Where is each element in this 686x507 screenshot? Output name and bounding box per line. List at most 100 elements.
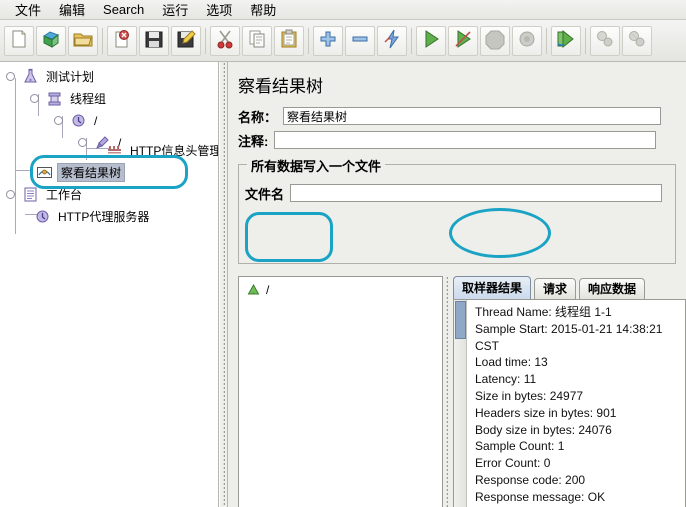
comment-label: 注释: xyxy=(238,133,269,149)
toolbar-separator xyxy=(305,27,312,54)
sampler-detail-box: 取样器结果 请求 响应数据 Thread Name: 线程组 1-1 Sample … xyxy=(453,276,686,507)
test-plan-tree[interactable]: 测试计划 线程组 / / HTTP信息头管 察看结果树 工作台 HTTP代理服务… xyxy=(0,62,218,234)
stop-octagon-icon xyxy=(484,28,506,53)
tab-response-data[interactable]: 响应数据 xyxy=(579,278,646,300)
toolbar-paste[interactable] xyxy=(274,25,304,56)
menu-help[interactable]: 帮助 xyxy=(241,0,285,20)
toolbar-start[interactable] xyxy=(416,25,446,56)
tree-node-label: 线程组 xyxy=(70,92,107,106)
thread-group-spool-icon xyxy=(46,90,63,107)
group-title: 所有数据写入一个文件 xyxy=(247,156,386,175)
detail-scrollbar-thumb[interactable] xyxy=(455,301,466,339)
tree-node-label: HTTP代理服务器 xyxy=(58,210,150,224)
toolbar-collapse-all[interactable] xyxy=(345,25,375,56)
success-triangle-icon xyxy=(245,281,262,298)
tree-expand-handle-workbench[interactable] xyxy=(6,190,15,199)
toolbar-start-no-timers[interactable] xyxy=(448,25,478,56)
open-folder-icon xyxy=(72,28,94,53)
main-split-divider[interactable] xyxy=(219,62,228,507)
toolbar-separator xyxy=(408,27,415,54)
save-floppy-icon xyxy=(143,28,165,53)
tree-expand-handle-http-request[interactable] xyxy=(54,116,63,125)
toolbar-stop[interactable] xyxy=(480,25,510,56)
tree-node-header-manager[interactable]: HTTP信息头管理器 xyxy=(106,140,218,161)
workbench-icon xyxy=(22,186,39,203)
sampler-result-text: Thread Name: 线程组 1-1 Sample Start: 2015-… xyxy=(475,305,663,504)
toolbar-save-as[interactable] xyxy=(171,25,201,56)
remote-start-icon xyxy=(594,28,616,53)
detail-body: Thread Name: 线程组 1-1 Sample Start: 2015-… xyxy=(453,299,686,507)
tree-node-thread-group[interactable]: 线程组 xyxy=(30,88,109,109)
tree-node-label: 察看结果树 xyxy=(57,163,126,182)
toolbar-remote-stop[interactable] xyxy=(622,25,652,56)
listener-config-pane: 察看结果树 名称： 察看结果树 注释: 所有数据写入一个文件 文件名 / 取样器… xyxy=(228,62,686,507)
clear-green-arrow-icon xyxy=(555,28,577,53)
name-label: 名称： xyxy=(238,109,278,125)
filename-label: 文件名 xyxy=(245,186,285,202)
name-input[interactable]: 察看结果树 xyxy=(283,107,662,125)
detail-scrollbar[interactable] xyxy=(454,300,467,507)
menu-file[interactable]: 文件 xyxy=(6,0,50,20)
result-tree-item[interactable]: / xyxy=(239,277,442,298)
menu-run[interactable]: 运行 xyxy=(153,0,197,20)
toolbar-expand-all[interactable] xyxy=(313,25,343,56)
menu-search[interactable]: Search xyxy=(94,1,153,18)
new-document-icon xyxy=(8,28,30,53)
tree-node-label: 测试计划 xyxy=(46,70,95,84)
toolbar-separator xyxy=(582,27,589,54)
tab-sampler-result[interactable]: 取样器结果 xyxy=(453,276,532,300)
toolbar-open[interactable] xyxy=(68,25,98,56)
write-all-data-group: 所有数据写入一个文件 文件名 xyxy=(238,156,676,264)
menu-edit[interactable]: 编辑 xyxy=(50,0,94,20)
toolbar-copy[interactable] xyxy=(242,25,272,56)
result-tree-list[interactable]: / xyxy=(238,276,443,507)
toolbar-templates[interactable] xyxy=(36,25,66,56)
result-tree-item-label: / xyxy=(266,282,270,297)
tree-node-http-request[interactable]: / xyxy=(54,110,100,131)
tree-node-view-results-tree[interactable]: 察看结果树 xyxy=(36,162,126,183)
toolbar-save[interactable] xyxy=(139,25,169,56)
toolbar-toggle[interactable] xyxy=(377,25,407,56)
close-document-icon xyxy=(111,28,133,53)
name-row: 名称： 察看结果树 xyxy=(238,106,678,126)
tree-expand-handle-test-plan[interactable] xyxy=(6,72,15,81)
toolbar-shutdown[interactable] xyxy=(512,25,542,56)
tree-node-workbench[interactable]: 工作台 xyxy=(6,184,85,205)
start-play-icon xyxy=(420,28,442,53)
tree-expand-handle-http-sampler[interactable] xyxy=(78,138,87,147)
result-split-divider[interactable] xyxy=(444,276,452,507)
toolbar-clear[interactable] xyxy=(551,25,581,56)
expand-plus-icon xyxy=(317,28,339,53)
cut-scissors-icon xyxy=(214,28,236,53)
toolbar-remote-start[interactable] xyxy=(590,25,620,56)
tab-request[interactable]: 请求 xyxy=(534,278,577,300)
menu-bar: 文件 编辑 Search 运行 选项 帮助 xyxy=(0,0,686,20)
save-as-icon xyxy=(175,28,197,53)
toolbar-separator xyxy=(202,27,209,54)
jmeter-window: 文件 编辑 Search 运行 选项 帮助 测试计划 线程组 / / HTTP信… xyxy=(0,0,686,507)
filename-input[interactable] xyxy=(290,184,663,202)
templates-icon xyxy=(40,28,62,53)
comment-input[interactable] xyxy=(274,131,657,149)
toolbar-new[interactable] xyxy=(4,25,34,56)
toolbar-separator xyxy=(543,27,550,54)
tree-node-label: 工作台 xyxy=(46,188,83,202)
tree-node-test-plan[interactable]: 测试计划 xyxy=(6,66,97,87)
menu-options[interactable]: 选项 xyxy=(197,0,241,20)
test-plan-tree-pane[interactable]: 测试计划 线程组 / / HTTP信息头管 察看结果树 工作台 HTTP代理服务… xyxy=(0,62,219,507)
comment-row: 注释: xyxy=(238,130,678,150)
toggle-bolt-icon xyxy=(381,28,403,53)
toolbar-separator xyxy=(99,27,106,54)
tree-node-label: HTTP信息头管理器 xyxy=(130,144,218,158)
tree-expand-handle-thread-group[interactable] xyxy=(30,94,39,103)
page-title: 察看结果树 xyxy=(238,77,323,96)
test-plan-flask-icon xyxy=(22,68,39,85)
http-proxy-icon xyxy=(34,208,51,225)
tree-connector xyxy=(15,170,33,171)
toolbar-cut[interactable] xyxy=(210,25,240,56)
http-request-icon xyxy=(70,112,87,129)
start-no-timers-icon xyxy=(452,28,474,53)
tree-node-http-proxy[interactable]: HTTP代理服务器 xyxy=(34,206,152,227)
toolbar-close[interactable] xyxy=(107,25,137,56)
collapse-minus-icon xyxy=(349,28,371,53)
